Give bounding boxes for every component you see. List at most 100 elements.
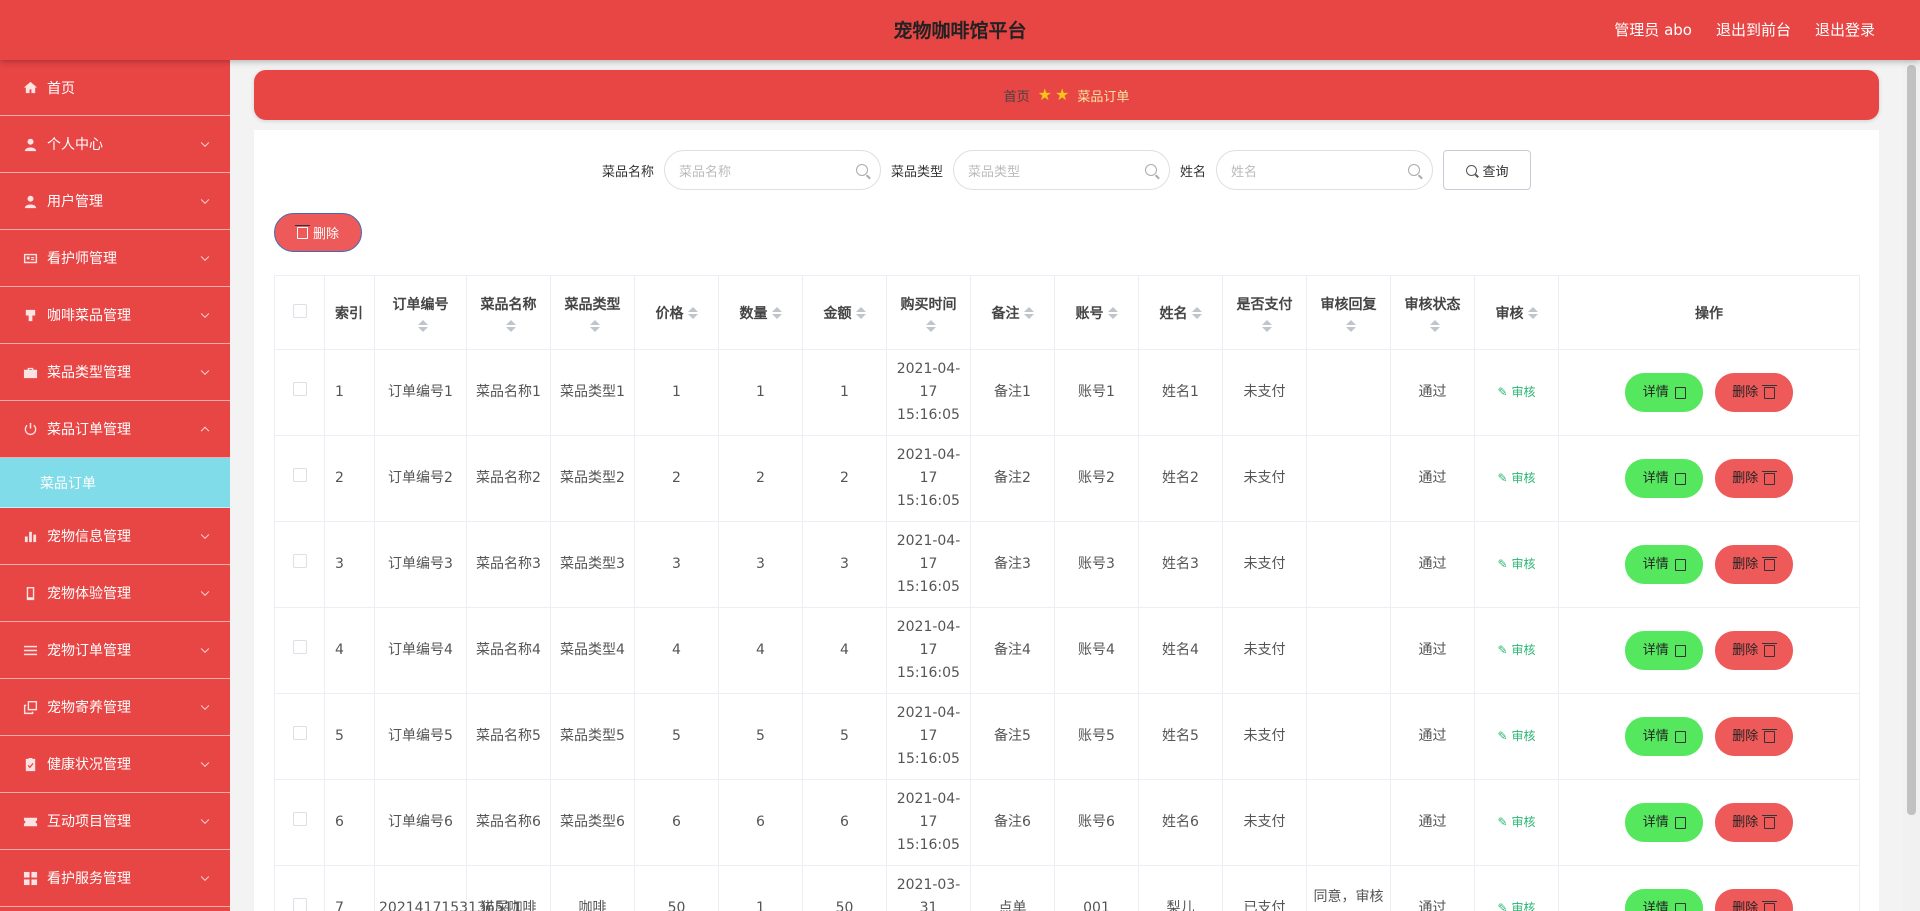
sort-icon[interactable] — [505, 319, 516, 332]
column-header[interactable]: 购买时间 — [886, 275, 971, 350]
sidebar-item-care-service[interactable]: 看护服务管理 — [0, 850, 230, 907]
row-checkbox[interactable] — [292, 382, 307, 396]
audit-link[interactable]: ✎ 审核 — [1497, 725, 1535, 748]
audit-link[interactable]: ✎ 审核 — [1497, 811, 1535, 834]
column-header-label: 菜品类型 — [564, 296, 621, 313]
cell-status: 通过 — [1390, 607, 1475, 694]
column-header[interactable]: 审核状态 — [1390, 275, 1475, 350]
sidebar-item-interactive[interactable]: 互动项目管理 — [0, 793, 230, 850]
column-header[interactable]: 价格 — [634, 275, 719, 350]
cell-dish-type: 菜品类型4 — [550, 607, 635, 694]
sort-icon[interactable] — [855, 306, 866, 319]
trash-icon — [1762, 642, 1778, 657]
sort-icon[interactable] — [1191, 306, 1202, 319]
column-header: 索引 — [324, 275, 375, 350]
query-button[interactable]: 查询 — [1443, 150, 1532, 190]
sidebar-item-coffee-dishes[interactable]: 咖啡菜品管理 — [0, 287, 230, 344]
sort-icon[interactable] — [589, 319, 600, 332]
column-header[interactable]: 订单编号 — [374, 275, 467, 350]
column-header[interactable]: 姓名 — [1138, 275, 1223, 350]
delete-button[interactable]: 删除 — [1714, 717, 1793, 756]
person-name-input[interactable]: 姓名 — [1216, 150, 1434, 190]
sidebar-item-users[interactable]: 用户管理 — [0, 173, 230, 230]
audit-link[interactable]: ✎ 审核 — [1497, 467, 1535, 490]
sort-icon[interactable] — [1107, 306, 1118, 319]
column-header[interactable]: 账号 — [1054, 275, 1139, 350]
column-header[interactable]: 菜品名称 — [466, 275, 551, 350]
sidebar-subitem-dish-order[interactable]: 菜品订单 — [0, 458, 230, 508]
delete-button[interactable]: 删除 — [1714, 889, 1793, 911]
sidebar-item-pet-experience[interactable]: 宠物体验管理 — [0, 565, 230, 622]
detail-button[interactable]: 详情 — [1625, 545, 1704, 584]
trash-icon — [1762, 556, 1778, 571]
sidebar-item-label: 健康状况管理 — [47, 757, 131, 773]
sidebar-item-caretakers[interactable]: 看护师管理 — [0, 230, 230, 287]
select-all-checkbox[interactable] — [292, 303, 307, 318]
detail-button[interactable]: 详情 — [1625, 717, 1704, 756]
audit-link[interactable]: ✎ 审核 — [1497, 381, 1535, 404]
detail-button[interactable]: 详情 — [1625, 631, 1704, 670]
cell-order-no: 2021417153136511 — [374, 865, 522, 911]
delete-button[interactable]: 删除 — [1714, 803, 1793, 842]
sidebar-item-dish-orders[interactable]: 菜品订单管理 — [0, 401, 230, 458]
row-checkbox[interactable] — [292, 554, 307, 568]
detail-button[interactable]: 详情 — [1625, 889, 1704, 911]
row-checkbox[interactable] — [292, 898, 307, 911]
sidebar-item-health[interactable]: 健康状况管理 — [0, 736, 230, 793]
user-icon — [22, 193, 38, 209]
sort-icon[interactable] — [417, 319, 428, 332]
delete-button[interactable]: 删除 — [1714, 459, 1793, 498]
scrollbar-thumb[interactable] — [1907, 65, 1916, 815]
sort-icon[interactable] — [771, 306, 782, 319]
sidebar-item-dish-types[interactable]: 菜品类型管理 — [0, 344, 230, 401]
sort-icon[interactable] — [1345, 319, 1356, 332]
sort-icon[interactable] — [1429, 319, 1440, 332]
sidebar-item-profile[interactable]: 个人中心 — [0, 116, 230, 173]
row-checkbox[interactable] — [292, 640, 307, 654]
row-checkbox[interactable] — [292, 726, 307, 740]
column-header[interactable]: 金额 — [802, 275, 887, 350]
delete-button[interactable]: 删除 — [1714, 545, 1793, 584]
row-checkbox[interactable] — [292, 812, 307, 826]
row-checkbox[interactable] — [292, 468, 307, 482]
audit-link[interactable]: ✎ 审核 — [1497, 897, 1535, 911]
audit-link[interactable]: ✎ 审核 — [1497, 639, 1535, 662]
table-row: 3 订单编号3 菜品名称3 菜品类型3 3 3 3 2021-04-17 15:16:05 备注… — [274, 521, 1860, 608]
breadcrumb-home[interactable]: 首页 — [1004, 86, 1030, 105]
cell-dish-type: 菜品类型6 — [550, 779, 635, 866]
sort-icon[interactable] — [687, 306, 698, 319]
column-header[interactable]: 菜品类型 — [550, 275, 635, 350]
delete-label: 删除 — [1732, 557, 1759, 572]
column-header[interactable]: 审核 — [1474, 275, 1559, 350]
sidebar-item-pet-info[interactable]: 宠物信息管理 — [0, 508, 230, 565]
delete-button[interactable]: 删除 — [1714, 373, 1793, 412]
sort-icon[interactable] — [1527, 306, 1538, 319]
dish-type-input[interactable]: 菜品类型 — [953, 150, 1170, 190]
delete-label: 删除 — [1732, 471, 1759, 486]
sort-icon[interactable] — [1261, 319, 1272, 332]
column-header-label: 购买时间 — [900, 296, 957, 313]
sidebar-item-home[interactable]: 首页 — [0, 60, 230, 116]
sidebar: 首页 个人中心 用户管理 看护师管理 咖啡菜品管理 菜品类型管理 菜品订单管理 … — [0, 60, 230, 911]
sort-icon[interactable] — [1023, 306, 1034, 319]
batch-delete-button[interactable]: 删除 — [274, 213, 362, 252]
sidebar-item-pet-boarding[interactable]: 宠物寄养管理 — [0, 679, 230, 736]
delete-button[interactable]: 删除 — [1714, 631, 1793, 670]
to-front-link[interactable]: 退出到前台 — [1716, 0, 1791, 60]
sort-icon[interactable] — [925, 319, 936, 332]
detail-button[interactable]: 详情 — [1625, 803, 1704, 842]
detail-button[interactable]: 详情 — [1625, 459, 1704, 498]
column-header[interactable]: 备注 — [970, 275, 1055, 350]
dish-name-input[interactable]: 菜品名称 — [663, 150, 881, 190]
page-scrollbar[interactable] — [1903, 60, 1920, 911]
detail-label: 详情 — [1642, 901, 1669, 911]
cell-index: 4 — [324, 607, 375, 694]
logout-link[interactable]: 退出登录 — [1815, 0, 1875, 60]
detail-button[interactable]: 详情 — [1625, 373, 1704, 412]
column-header[interactable]: 数量 — [718, 275, 803, 350]
sidebar-item-pet-orders[interactable]: 宠物订单管理 — [0, 622, 230, 679]
column-header[interactable]: 审核回复 — [1306, 275, 1391, 350]
detail-label: 详情 — [1642, 729, 1669, 744]
column-header[interactable]: 是否支付 — [1222, 275, 1307, 350]
audit-link[interactable]: ✎ 审核 — [1497, 553, 1535, 576]
